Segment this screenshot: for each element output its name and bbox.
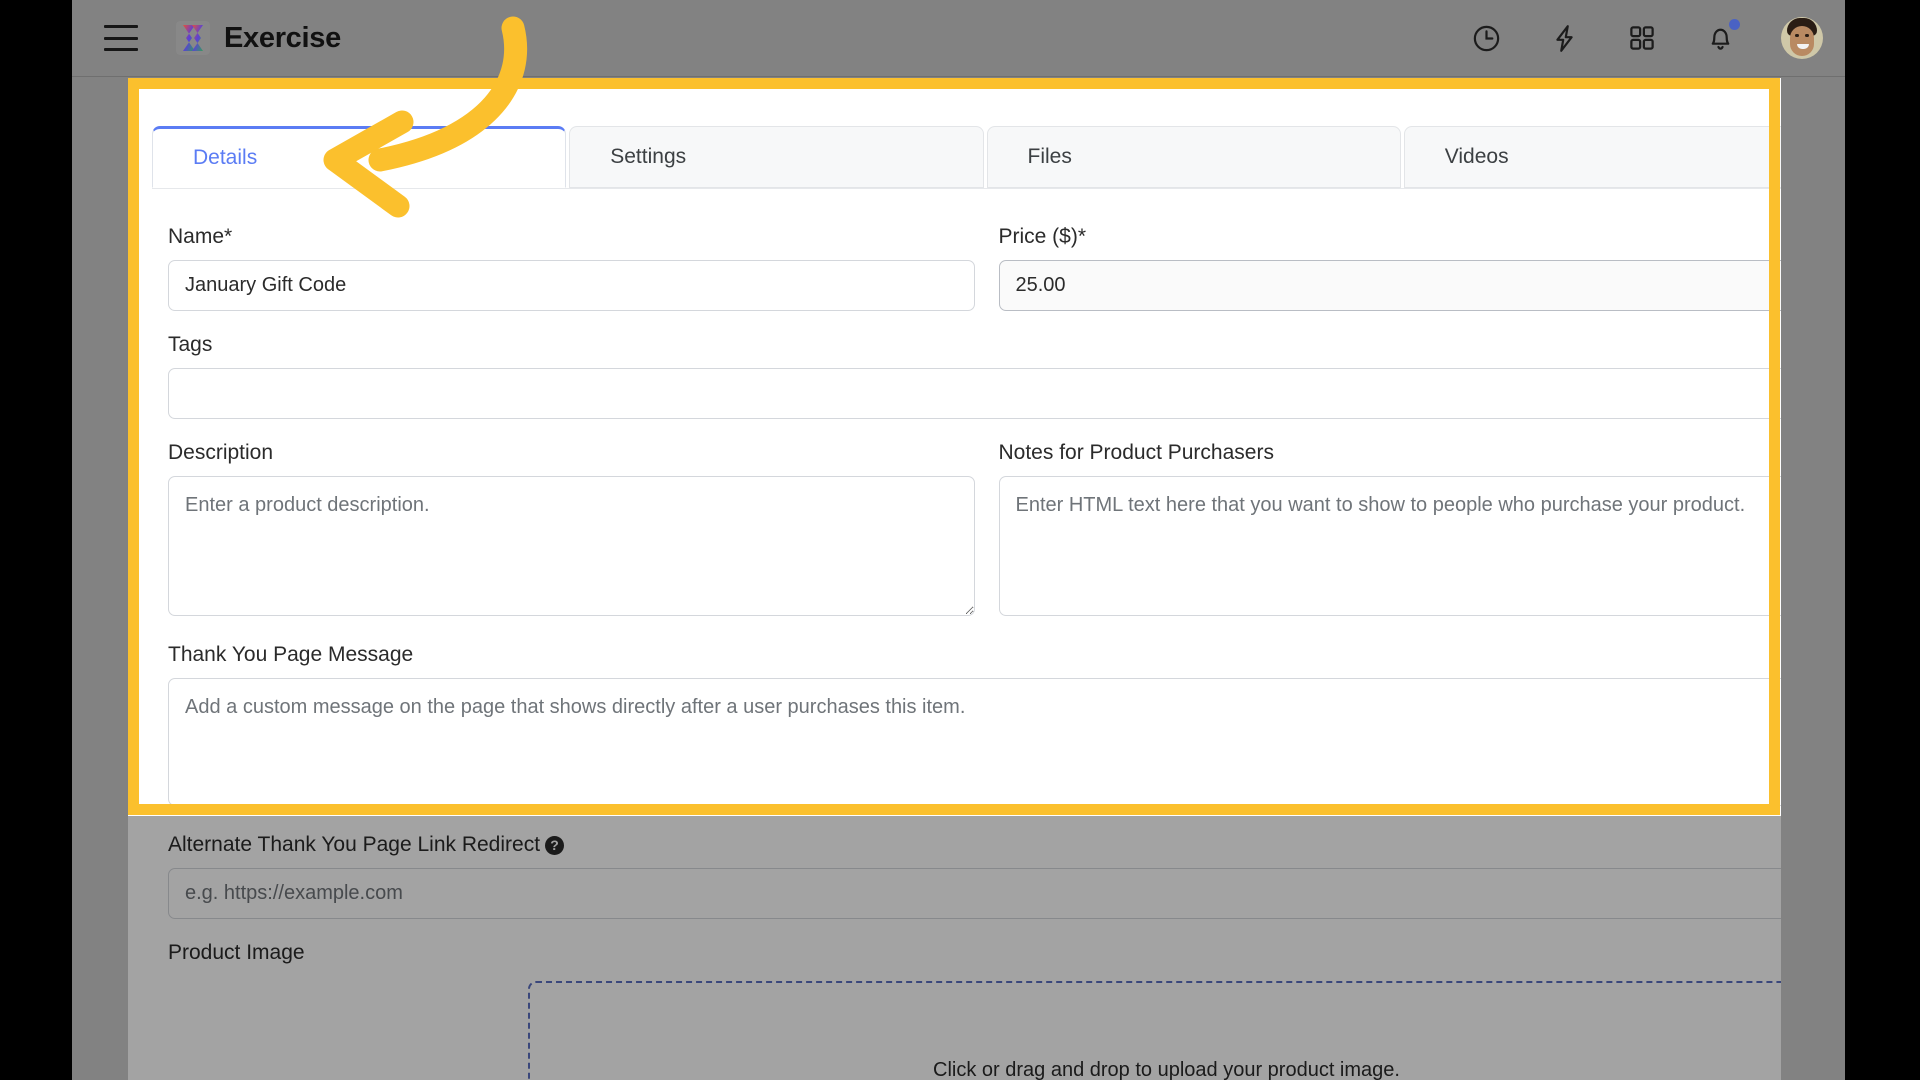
avatar[interactable] xyxy=(1781,17,1823,59)
field-price: Price ($)* xyxy=(998,225,1805,311)
exercise-logo-icon xyxy=(176,21,210,55)
tags-label: Tags xyxy=(168,333,213,356)
field-thank-you-message: Thank You Page Message xyxy=(168,643,1805,811)
row-name-price: Name* Price ($)* xyxy=(168,225,1805,311)
tab-videos[interactable]: Videos xyxy=(1403,126,1818,188)
dim-overlay-bottom xyxy=(128,816,1781,1080)
field-name: Name* xyxy=(168,225,975,311)
row-tags: Tags xyxy=(168,333,1805,419)
field-description: Description xyxy=(168,441,975,621)
description-textarea[interactable] xyxy=(168,476,975,616)
grid-apps-icon[interactable] xyxy=(1625,21,1659,55)
thank-you-message-textarea[interactable] xyxy=(168,678,1805,806)
notification-badge xyxy=(1729,19,1740,30)
tab-videos-label: Videos xyxy=(1444,145,1509,168)
field-notes: Notes for Product Purchasers xyxy=(998,441,1805,621)
price-input[interactable] xyxy=(998,260,1805,311)
browser-page: Exercise Details Settings Files Videos N… xyxy=(72,0,1845,1080)
tab-details[interactable]: Details xyxy=(152,126,567,188)
tab-files-label: Files xyxy=(1027,145,1072,168)
row-description-notes: Description Notes for Product Purchasers xyxy=(168,441,1805,621)
name-label: Name* xyxy=(168,225,233,248)
notes-textarea[interactable] xyxy=(998,476,1805,616)
app-header-actions xyxy=(1469,17,1823,59)
brand[interactable]: Exercise xyxy=(176,21,341,55)
brand-title: Exercise xyxy=(224,21,341,54)
description-label: Description xyxy=(168,441,274,464)
app-header: Exercise xyxy=(72,0,1845,77)
bell-icon[interactable] xyxy=(1703,19,1740,55)
tab-settings[interactable]: Settings xyxy=(569,126,984,188)
name-input[interactable] xyxy=(168,260,975,311)
dim-overlay-left xyxy=(72,78,128,1080)
lightning-bolt-icon[interactable] xyxy=(1547,21,1581,55)
tab-settings-label: Settings xyxy=(610,145,687,168)
tab-bar: Details Settings Files Videos xyxy=(128,78,1845,188)
row-thank-you: Thank You Page Message xyxy=(168,643,1805,811)
tags-input[interactable] xyxy=(168,368,1805,419)
notes-label: Notes for Product Purchasers xyxy=(998,441,1274,464)
price-label: Price ($)* xyxy=(998,225,1087,248)
dim-overlay-right xyxy=(1781,78,1845,1080)
field-tags: Tags xyxy=(168,333,1805,419)
clock-icon[interactable] xyxy=(1469,21,1503,55)
screenshot-root: Exercise Details Settings Files Videos N… xyxy=(0,0,1920,1080)
tab-files[interactable]: Files xyxy=(986,126,1401,188)
thank-you-message-label: Thank You Page Message xyxy=(168,643,414,666)
hamburger-menu-icon[interactable] xyxy=(104,25,138,51)
tab-details-label: Details xyxy=(193,146,258,169)
